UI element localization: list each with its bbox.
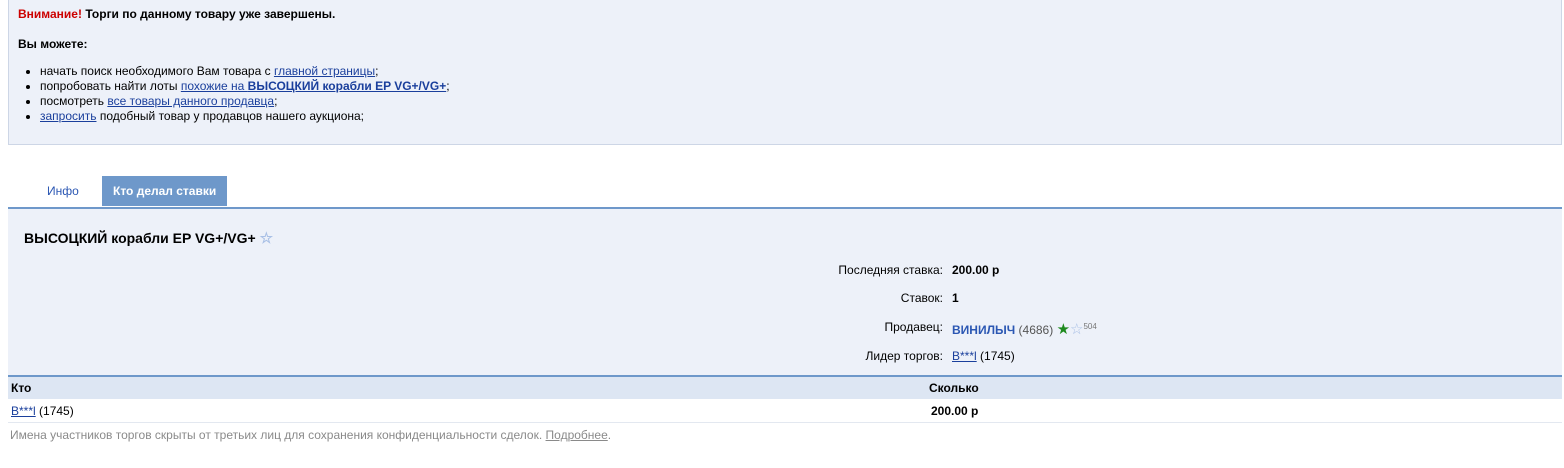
list-item-suffix: подобный товар у продавцов нашего аукцио… bbox=[96, 109, 365, 123]
list-item-suffix: ; bbox=[375, 64, 379, 78]
more-info-link[interactable]: Подробнее bbox=[546, 428, 608, 442]
leader-row: Лидер торгов: В***l (1745) bbox=[8, 348, 1562, 364]
list-item-suffix: ; bbox=[446, 79, 450, 93]
warning-text: Торги по данному товару уже завершены. bbox=[85, 7, 336, 21]
seller-link[interactable]: ВИНИЛЫЧ bbox=[952, 323, 1015, 337]
list-item: начать поиск необходимого Вам товара с г… bbox=[40, 64, 450, 79]
bidder-cell: В***l (1745) bbox=[11, 404, 74, 418]
list-item-text: попробовать найти лоты bbox=[40, 79, 181, 93]
seller-label: Продавец: bbox=[884, 320, 943, 334]
seller-value: ВИНИЛЫЧ (4686) ★☆504 bbox=[952, 319, 1097, 338]
bids-table-header: Кто Сколько bbox=[8, 377, 1562, 399]
table-row: В***l (1745) 200.00 р bbox=[8, 400, 1562, 423]
seller-items-link[interactable]: все товары данного продавца bbox=[107, 94, 274, 108]
lot-title-text: ВЫСОЦКИЙ корабли EP VG+/VG+ bbox=[24, 230, 256, 246]
star-outline-icon[interactable]: ☆ bbox=[260, 230, 273, 247]
notice-box: Внимание! Торги по данному товару уже за… bbox=[8, 0, 1562, 145]
lot-title: ВЫСОЦКИЙ корабли EP VG+/VG+ ☆ bbox=[24, 229, 273, 247]
leader-value: В***l (1745) bbox=[952, 348, 1015, 364]
list-item-suffix: ; bbox=[274, 94, 278, 108]
bidder-rating: (1745) bbox=[39, 404, 74, 418]
list-item-text: начать поиск необходимого Вам товара с bbox=[40, 64, 274, 78]
footnote-text: Имена участников торгов скрыты от третьи… bbox=[10, 428, 546, 442]
lot-panel: ВЫСОЦКИЙ корабли EP VG+/VG+ ☆ Последняя … bbox=[8, 209, 1562, 376]
list-item: запросить подобный товар у продавцов наш… bbox=[40, 109, 450, 124]
list-item: посмотреть все товары данного продавца; bbox=[40, 94, 450, 109]
header-who: Кто bbox=[11, 381, 32, 395]
tab-bidders[interactable]: Кто делал ставки bbox=[102, 176, 228, 206]
you-can-label: Вы можете: bbox=[18, 37, 88, 51]
similar-lots-link-text: похожие на bbox=[180, 79, 248, 93]
leader-link[interactable]: В***l bbox=[952, 349, 977, 363]
seller-row: Продавец: ВИНИЛЫЧ (4686) ★☆504 bbox=[8, 319, 1562, 338]
list-item: попробовать найти лоты похожие на ВЫСОЦК… bbox=[40, 79, 450, 94]
tab-info[interactable]: Инфо bbox=[36, 176, 90, 206]
star-outline-icon: ☆ bbox=[1070, 321, 1084, 338]
last-bid-label: Последняя ставка: bbox=[838, 263, 943, 277]
bids-count-value: 1 bbox=[952, 291, 959, 305]
header-amount: Сколько bbox=[929, 381, 979, 395]
similar-lots-link-title: ВЫСОЦКИЙ корабли EP VG+/VG+ bbox=[247, 79, 447, 93]
similar-lots-link[interactable]: похожие на ВЫСОЦКИЙ корабли EP VG+/VG+ bbox=[181, 79, 446, 93]
bids-count-label: Ставок: bbox=[900, 291, 943, 305]
privacy-footnote: Имена участников торгов скрыты от третьи… bbox=[10, 428, 611, 442]
seller-small-count: 504 bbox=[1083, 322, 1097, 331]
footnote-suffix: . bbox=[607, 428, 612, 442]
request-link[interactable]: запросить bbox=[40, 109, 96, 123]
list-item-text: посмотреть bbox=[40, 94, 108, 108]
bids-count-row: Ставок: 1 bbox=[8, 290, 1562, 306]
notice-warning-line: Внимание! Торги по данному товару уже за… bbox=[18, 7, 335, 21]
last-bid-row: Последняя ставка: 200.00 р bbox=[8, 262, 1562, 278]
bidder-link[interactable]: В***l bbox=[11, 404, 36, 418]
leader-label: Лидер торгов: bbox=[865, 349, 943, 363]
bid-amount: 200.00 р bbox=[931, 404, 979, 418]
green-star-icon: ★ bbox=[1056, 321, 1071, 338]
warning-label: Внимание! bbox=[18, 7, 82, 21]
main-page-link[interactable]: главной страницы bbox=[274, 64, 375, 78]
tab-bar: Инфо Кто делал ставки bbox=[8, 176, 1562, 208]
seller-rating: (4686) bbox=[1018, 323, 1054, 337]
leader-rating: (1745) bbox=[980, 349, 1015, 363]
last-bid-value: 200.00 р bbox=[952, 263, 1000, 277]
suggestions-list: начать поиск необходимого Вам товара с г… bbox=[18, 64, 450, 124]
